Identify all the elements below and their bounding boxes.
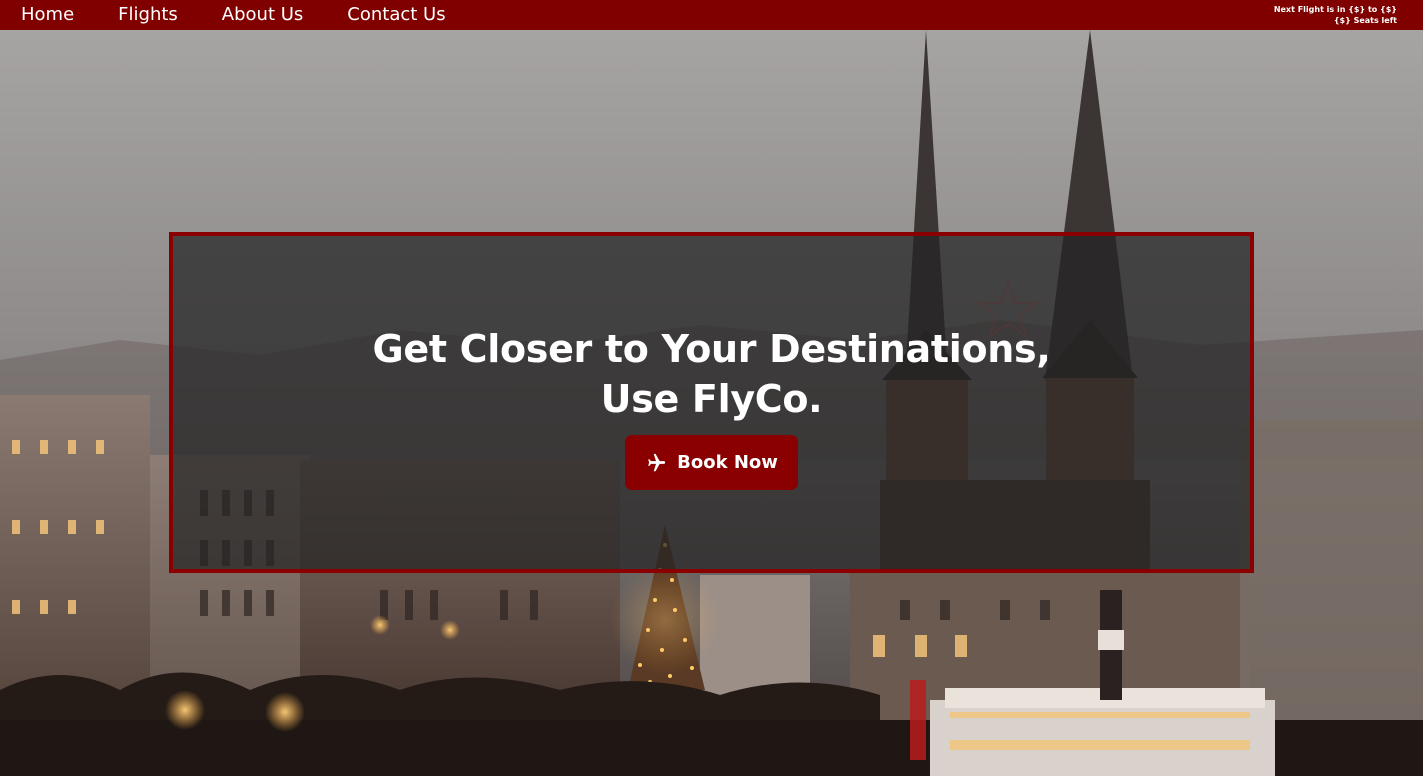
airplane-icon	[648, 453, 666, 471]
page: Home Flights About Us Contact Us Next Fl…	[0, 0, 1423, 776]
book-now-label: Book Now	[677, 452, 778, 473]
next-flight-info: Next Flight is in {$} to {$} {$} Seats l…	[1274, 4, 1397, 26]
hero-panel: Get Closer to Your Destinations, Use Fly…	[169, 232, 1254, 573]
hero-title-line-2: Use FlyCo.	[600, 377, 823, 421]
top-navbar: Home Flights About Us Contact Us Next Fl…	[0, 0, 1423, 30]
hero-title-line-1: Get Closer to Your Destinations,	[372, 327, 1051, 371]
hero-title: Get Closer to Your Destinations, Use Fly…	[173, 324, 1250, 424]
nav-link-about-us[interactable]: About Us	[200, 1, 326, 29]
nav-link-home[interactable]: Home	[0, 1, 96, 29]
nav-links: Home Flights About Us Contact Us	[0, 0, 468, 30]
next-flight-seats-text: {$} Seats left	[1333, 16, 1397, 25]
nav-link-contact-us[interactable]: Contact Us	[325, 1, 467, 29]
nav-link-flights[interactable]: Flights	[96, 1, 200, 29]
next-flight-destination-text: Next Flight is in {$} to {$}	[1273, 5, 1397, 14]
book-now-button[interactable]: Book Now	[625, 435, 798, 490]
